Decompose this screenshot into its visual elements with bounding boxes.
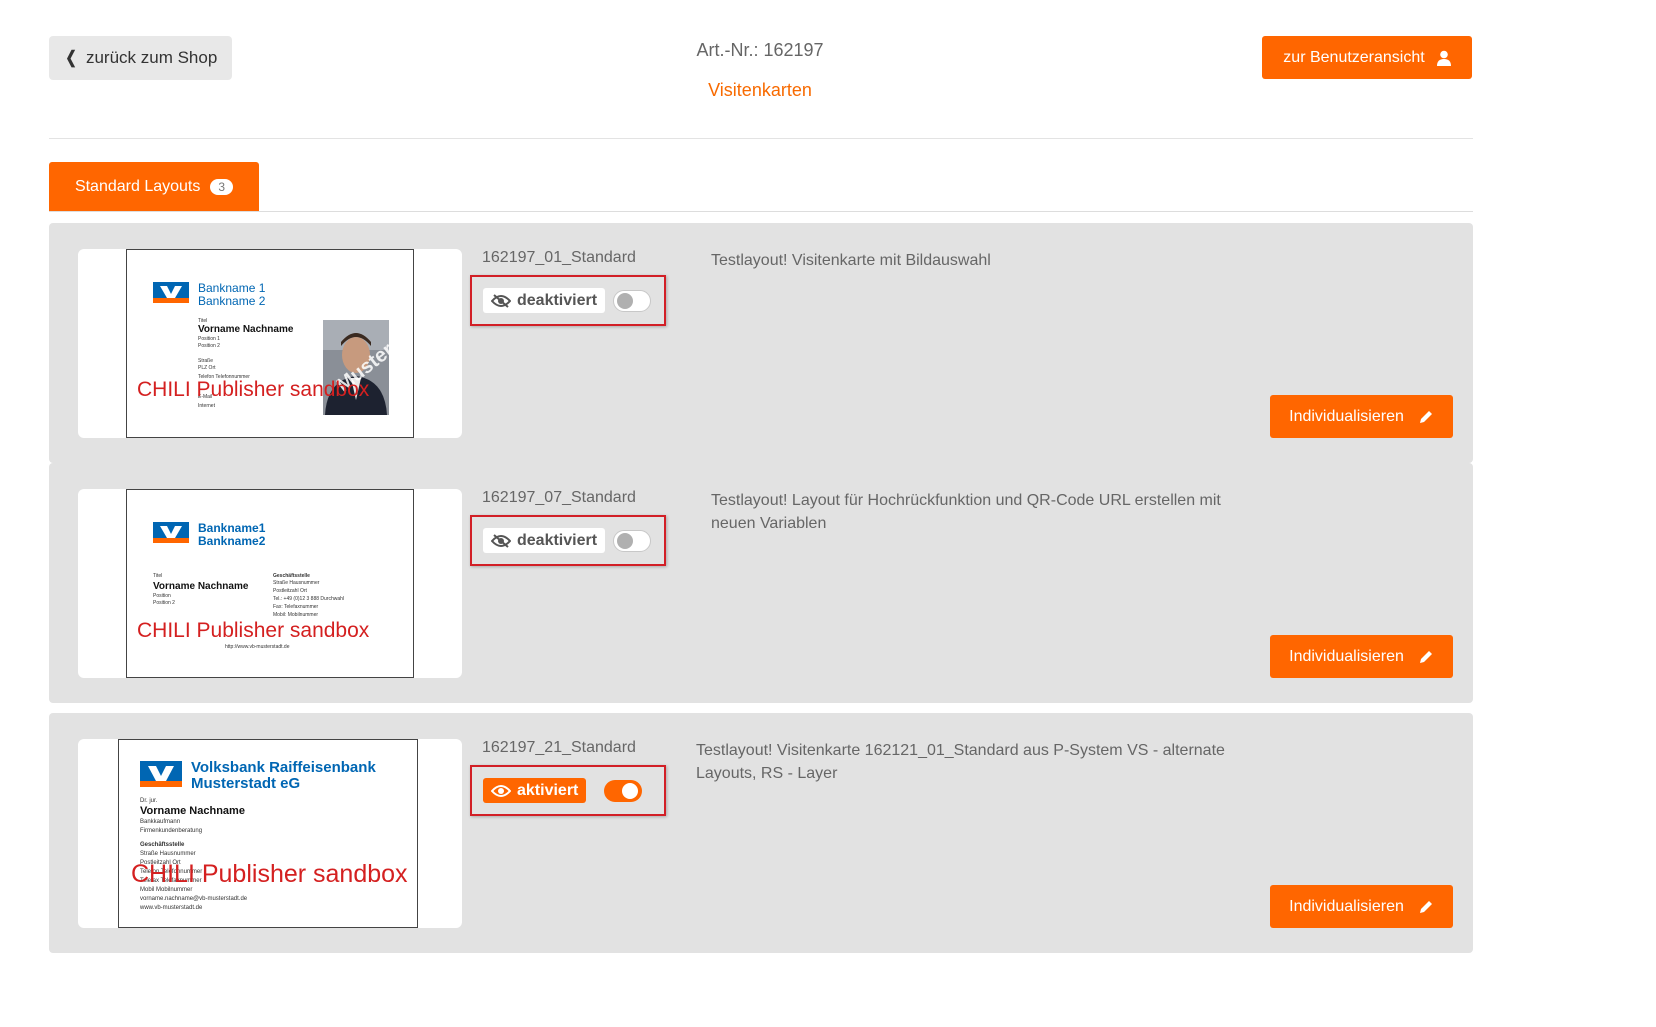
status-badge: aktiviert: [483, 778, 587, 803]
preview-bank-line2: Bankname 2: [198, 294, 266, 308]
status-label: deaktiviert: [517, 291, 598, 309]
layout-preview[interactable]: Volksbank Raiffeisenbank Musterstadt eG …: [118, 739, 418, 928]
chevron-left-icon: ❮: [65, 48, 77, 67]
preview-fax: Fax: Telefaxnummer: [273, 604, 319, 610]
layout-code: 162197_21_Standard: [482, 739, 636, 756]
status-badge: deaktiviert: [483, 288, 606, 313]
layout-preview-box: Volksbank Raiffeisenbank Musterstadt eG …: [78, 739, 462, 928]
layout-description: Testlayout! Visitenkarte mit Bildauswahl: [711, 252, 991, 269]
status-label: deaktiviert: [517, 531, 598, 549]
layout-code: 162197_07_Standard: [482, 489, 636, 506]
activation-toggle-group: aktiviert: [470, 765, 666, 816]
back-to-shop-label: zurück zum Shop: [85, 48, 218, 67]
tab-standard-layouts[interactable]: Standard Layouts 3: [49, 162, 259, 211]
pencil-icon: [1419, 899, 1434, 913]
preview-city: PLZ Ort: [198, 365, 216, 371]
bank-logo-icon: [153, 522, 189, 543]
preview-position2: Firmenkundenberatung: [140, 828, 202, 834]
bank-logo-icon: [140, 761, 182, 787]
preview-position1: Bankkaufmann: [140, 819, 180, 825]
preview-street: Straße: [198, 358, 213, 364]
preview-position2: Position 2: [153, 600, 175, 606]
activation-switch[interactable]: [613, 290, 651, 312]
preview-web: www.vb-musterstadt.de: [139, 905, 203, 911]
activation-toggle-group: deaktiviert: [470, 515, 666, 566]
preview-name: Vorname Nachname: [140, 805, 245, 817]
layout-card: Volksbank Raiffeisenbank Musterstadt eG …: [49, 713, 1473, 953]
preview-email: vorname.nachname@vb-musterstadt.de: [140, 896, 248, 902]
preview-bank-line1: Bankname 1: [198, 281, 266, 295]
customize-button[interactable]: Individualisieren: [1270, 635, 1453, 678]
bank-logo-icon: [153, 282, 189, 303]
sandbox-watermark: CHILI Publisher sandbox: [137, 619, 370, 642]
preview-office: Geschäftsstelle: [273, 573, 310, 579]
user-view-label: zur Benutzeransicht: [1283, 48, 1425, 66]
preview-name: Vorname Nachname: [198, 324, 294, 335]
preview-bank-line1: Bankname1: [198, 521, 266, 535]
eye-slash-icon: [491, 533, 511, 548]
layout-card: Bankname1 Bankname2 Titel Vorname Nachna…: [49, 463, 1473, 703]
preview-bank-line2: Musterstadt eG: [191, 775, 300, 792]
preview-street: Straße Hausnummer: [140, 851, 196, 857]
preview-office: Geschäftsstelle: [140, 842, 185, 848]
switch-knob: [617, 293, 633, 309]
tab-divider: [49, 211, 1473, 212]
switch-knob: [617, 533, 633, 549]
preview-position1: Position 1: [198, 336, 220, 342]
preview-name: Vorname Nachname: [153, 581, 249, 592]
layout-preview[interactable]: Bankname 1 Bankname 2 Titel Vorname Nach…: [126, 249, 414, 438]
customize-label: Individualisieren: [1289, 897, 1404, 915]
activation-switch[interactable]: [613, 530, 651, 552]
status-label: aktiviert: [517, 781, 579, 799]
preview-position2: Position 2: [198, 343, 220, 349]
layout-card: Bankname 1 Bankname 2 Titel Vorname Nach…: [49, 223, 1473, 463]
eye-slash-icon: [491, 293, 511, 308]
preview-phone: Tel.: +49 (0)12 3 888 Durchwahl: [273, 596, 344, 602]
preview-web: Internet: [198, 403, 216, 409]
product-title: Visitenkarten: [708, 80, 812, 100]
eye-icon: [491, 784, 511, 797]
customize-label: Individualisieren: [1289, 407, 1404, 425]
preview-mobile: Mobil: Mobilnummer: [273, 612, 318, 618]
sandbox-watermark: CHILI Publisher sandbox: [131, 860, 408, 888]
tab-label: Standard Layouts: [74, 177, 201, 195]
activation-toggle-group: deaktiviert: [470, 275, 666, 326]
preview-web: http://www.vb-musterstadt.de: [225, 644, 290, 650]
customize-button[interactable]: Individualisieren: [1270, 395, 1453, 438]
preview-position1: Position: [153, 593, 171, 599]
pencil-icon: [1419, 649, 1434, 663]
user-icon: [1436, 50, 1451, 66]
layout-preview-box: Bankname1 Bankname2 Titel Vorname Nachna…: [78, 489, 462, 678]
preview-bank-line2: Bankname2: [198, 534, 266, 548]
layout-description: Testlayout! Layout für Hochrückfunktion …: [711, 492, 1221, 532]
layout-code: 162197_01_Standard: [482, 249, 636, 266]
preview-street: Straße Hausnummer: [273, 580, 320, 586]
header-divider: [49, 138, 1473, 139]
preview-title: Dr. jur.: [140, 798, 158, 804]
layout-description: Testlayout! Visitenkarte 162121_01_Stand…: [696, 742, 1225, 782]
preview-city: Postleitzahl Ort: [273, 588, 308, 594]
article-number: Art.-Nr.: 162197: [696, 40, 824, 60]
sandbox-watermark: CHILI Publisher sandbox: [137, 378, 370, 401]
preview-bank-line1: Volksbank Raiffeisenbank: [191, 759, 376, 776]
back-to-shop-button[interactable]: ❮ zurück zum Shop: [49, 36, 232, 80]
layout-preview[interactable]: Bankname1 Bankname2 Titel Vorname Nachna…: [126, 489, 414, 678]
switch-knob: [622, 783, 638, 799]
customize-label: Individualisieren: [1289, 647, 1404, 665]
pencil-icon: [1419, 409, 1434, 423]
status-badge: deaktiviert: [483, 528, 606, 553]
layout-preview-box: Bankname 1 Bankname 2 Titel Vorname Nach…: [78, 249, 462, 438]
user-view-button[interactable]: zur Benutzeransicht: [1262, 36, 1472, 79]
tab-count-badge: 3: [210, 178, 234, 195]
customize-button[interactable]: Individualisieren: [1270, 885, 1453, 928]
activation-switch[interactable]: [604, 780, 642, 802]
preview-title: Titel: [153, 573, 162, 579]
